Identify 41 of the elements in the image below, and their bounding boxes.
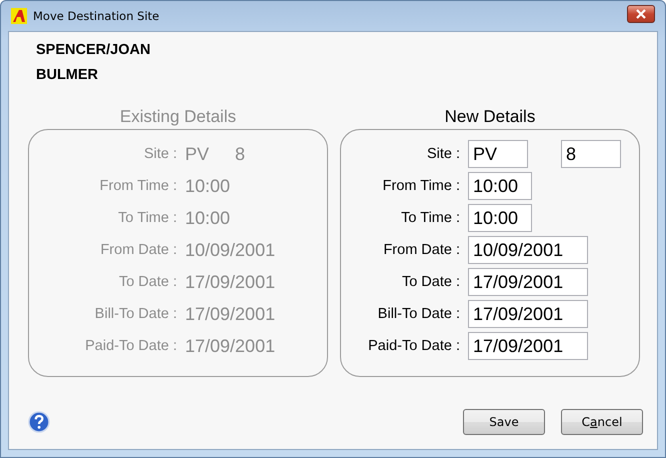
close-icon [635,9,647,19]
field-value: 17/09/2001 [185,336,276,356]
input-field[interactable]: 10:00 [468,172,532,200]
field-label: To Date : [400,274,461,290]
field-label: Site : [426,146,461,162]
input-field[interactable]: 10:00 [468,204,532,232]
field-value: 8 [235,144,246,164]
input-field[interactable]: 8 [561,140,621,168]
field-value: 17/09/2001 [185,304,276,324]
field-value: 10:00 [185,176,230,196]
customer-name: BULMER [36,66,100,85]
field-label: Paid-To Date : [84,338,178,354]
input-field[interactable]: 17/09/2001 [468,332,588,360]
section-heading: Existing Details [118,106,238,128]
section-heading: New Details [444,106,536,128]
field-label: Bill-To Date : [94,306,178,322]
field-value: PV [185,144,210,164]
field-label: To Time : [117,210,178,226]
field-value: 17/09/2001 [185,272,276,292]
field-label: To Date : [118,274,178,290]
app-logo-icon [11,8,27,24]
input-field[interactable]: PV [468,140,528,168]
field-value: 10:00 [185,208,230,228]
input-field[interactable]: 10/09/2001 [468,236,588,264]
field-label: From Date : [382,242,461,258]
window-title: Move Destination Site [33,9,160,23]
field-label: From Date : [99,242,178,258]
field-label: Site : [142,146,178,162]
field-label: From Time : [98,178,178,194]
customer-name: SPENCER/JOAN [36,41,152,60]
field-label: Bill-To Date : [376,306,461,322]
close-button[interactable] [627,5,655,23]
input-field[interactable]: 17/09/2001 [468,300,588,328]
input-field[interactable]: 17/09/2001 [468,268,588,296]
dialog-button[interactable]: Save [463,409,545,435]
help-icon[interactable] [28,411,50,433]
field-value: 10/09/2001 [185,240,276,260]
field-label: To Time : [400,210,461,226]
field-label: From Time : [382,178,461,194]
dialog-button[interactable]: Cancel [561,409,643,435]
field-label: Paid-To Date : [367,338,461,354]
